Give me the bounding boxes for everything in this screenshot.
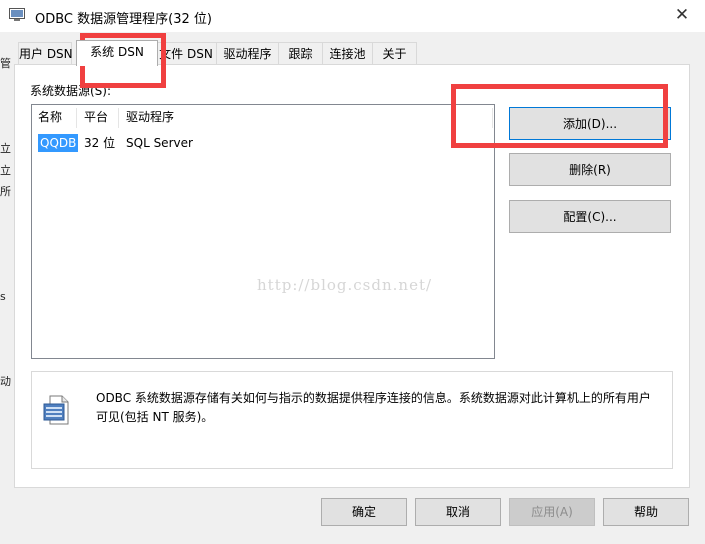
background-text: 立 xyxy=(0,142,11,155)
datasource-driver[interactable]: SQL Server xyxy=(126,134,193,152)
background-text: 管 xyxy=(0,57,11,70)
cancel-button[interactable]: 取消 xyxy=(415,498,501,526)
column-header-driver[interactable]: 驱动程序 xyxy=(126,108,174,127)
column-divider[interactable] xyxy=(118,108,119,128)
help-button[interactable]: 帮助 xyxy=(603,498,689,526)
title-bar: ODBC 数据源管理程序(32 位) ✕ xyxy=(0,0,705,32)
datasource-name[interactable]: QQDB xyxy=(38,134,79,152)
column-divider[interactable] xyxy=(76,108,77,128)
background-text: 立 xyxy=(0,164,11,177)
window-title: ODBC 数据源管理程序(32 位) xyxy=(35,12,212,27)
tab-tracing[interactable]: 跟踪 xyxy=(278,42,323,65)
background-text: s xyxy=(0,290,6,303)
tab-connection-pooling[interactable]: 连接池 xyxy=(322,42,373,65)
column-header-name[interactable]: 名称 xyxy=(38,108,62,127)
ok-button[interactable]: 确定 xyxy=(321,498,407,526)
annotation-highlight-add xyxy=(451,84,668,148)
configure-button[interactable]: 配置(C)... xyxy=(509,200,671,233)
tab-system-dsn[interactable]: 系统 DSN xyxy=(76,40,158,66)
remove-button[interactable]: 删除(R) xyxy=(509,153,671,186)
background-text: 所 xyxy=(0,185,11,198)
odbc-datasource-icon xyxy=(43,395,69,425)
column-header-platform[interactable]: 平台 xyxy=(84,108,108,127)
odbc-app-icon xyxy=(9,8,25,21)
info-description: ODBC 系统数据源存储有关如何与指示的数据提供程序连接的信息。系统数据源对此计… xyxy=(96,391,651,424)
tab-about[interactable]: 关于 xyxy=(372,42,417,65)
datasource-platform[interactable]: 32 位 xyxy=(84,134,115,152)
tab-user-dsn[interactable]: 用户 DSN xyxy=(18,42,73,65)
close-icon[interactable]: ✕ xyxy=(672,4,692,26)
background-window-strip: 管 立 立 所 s 动 xyxy=(0,40,11,544)
tab-drivers[interactable]: 驱动程序 xyxy=(216,42,279,65)
background-text: 动 xyxy=(0,375,11,388)
datasource-list[interactable]: 名称 平台 驱动程序 QQDB 32 位 SQL Server xyxy=(31,104,495,359)
apply-button[interactable]: 应用(A) xyxy=(509,498,595,526)
watermark: http://blog.csdn.net/ xyxy=(257,276,433,294)
